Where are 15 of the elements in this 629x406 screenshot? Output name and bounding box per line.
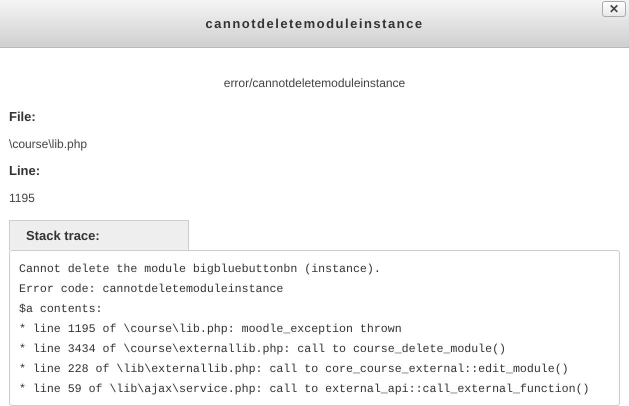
field-value: \course\lib.php: [9, 136, 88, 153]
dialog-title: cannotdeletemoduleinstance: [205, 14, 424, 33]
error-message: error/cannotdeletemoduleinstance: [224, 75, 406, 92]
trace-line: * line 1195 of \course\lib.php: moodle_exception thrown: [19, 322, 402, 338]
trace-line: Cannot delete the module bigbluebuttonbn (instance).: [19, 262, 381, 278]
trace-line: * line 3434 of \course\externallib.php: call to course_delete_module(): [19, 342, 506, 358]
close-button[interactable]: ✕: [602, 1, 626, 17]
trace-line: Error code: cannotdeletemoduleinstance: [19, 282, 284, 298]
stack-trace-tab[interactable]: Stack trace:: [9, 220, 189, 250]
field-value: 1195: [9, 190, 35, 207]
trace-line: $a contents:: [19, 302, 102, 318]
field-label: Line:: [9, 162, 40, 180]
trace-line: * line 59 of \lib\ajax\service.php: call to external_api::call_external_function(): [19, 382, 590, 398]
trace-line: * line 228 of \lib\externallib.php: call to core_course_external::edit_module(): [19, 362, 569, 378]
field-label: File:: [9, 108, 36, 126]
